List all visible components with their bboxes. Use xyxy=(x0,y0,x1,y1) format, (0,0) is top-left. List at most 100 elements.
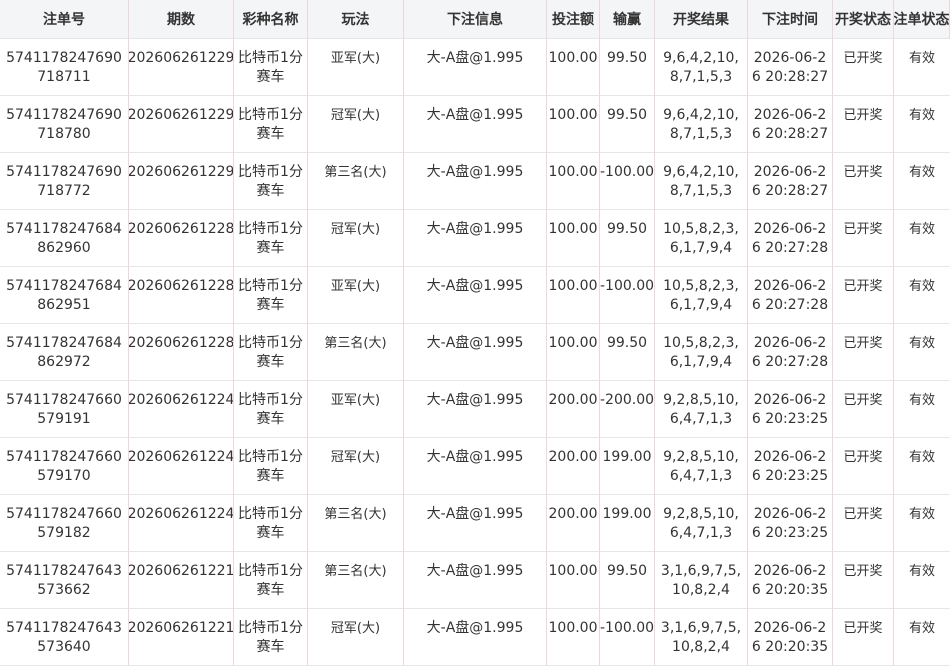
header-draw-result[interactable]: 开奖结果 xyxy=(655,0,748,39)
cell-game-name: 比特币1分赛车 xyxy=(234,39,308,96)
header-game-name[interactable]: 彩种名称 xyxy=(234,0,308,39)
cell-draw-status: 已开奖 xyxy=(833,438,894,495)
cell-order-status: 有效 xyxy=(894,153,950,210)
cell-play-type: 冠军(大) xyxy=(308,609,404,666)
header-bet-amount[interactable]: 投注额 xyxy=(547,0,600,39)
cell-issue: 202606261224 xyxy=(129,438,234,495)
cell-bet-amount: 100.00 xyxy=(547,267,600,324)
cell-play-type: 第三名(大) xyxy=(308,495,404,552)
cell-play-type: 第三名(大) xyxy=(308,552,404,609)
cell-bet-time: 2026-06-26 20:27:28 xyxy=(748,210,833,267)
cell-bet-info: 大-A盘@1.995 xyxy=(404,96,547,153)
cell-draw-result: 10,5,8,2,3,6,1,7,9,4 xyxy=(655,267,748,324)
cell-issue: 202606261229 xyxy=(129,153,234,210)
cell-bet-info: 大-A盘@1.995 xyxy=(404,324,547,381)
cell-bet-info: 大-A盘@1.995 xyxy=(404,39,547,96)
cell-draw-status: 已开奖 xyxy=(833,609,894,666)
cell-game-name: 比特币1分赛车 xyxy=(234,438,308,495)
cell-draw-result: 10,5,8,2,3,6,1,7,9,4 xyxy=(655,210,748,267)
cell-draw-status: 已开奖 xyxy=(833,153,894,210)
cell-bet-info: 大-A盘@1.995 xyxy=(404,267,547,324)
cell-order-status: 有效 xyxy=(894,267,950,324)
cell-bet-time: 2026-06-26 20:27:28 xyxy=(748,267,833,324)
cell-order-no: 5741178247690718780 xyxy=(0,96,129,153)
header-play-type[interactable]: 玩法 xyxy=(308,0,404,39)
cell-issue: 202606261221 xyxy=(129,552,234,609)
cell-game-name: 比特币1分赛车 xyxy=(234,210,308,267)
header-order-status[interactable]: 注单状态 xyxy=(894,0,950,39)
cell-bet-amount: 100.00 xyxy=(547,324,600,381)
cell-issue: 202606261229 xyxy=(129,96,234,153)
cell-bet-info: 大-A盘@1.995 xyxy=(404,552,547,609)
cell-draw-result: 9,6,4,2,10,8,7,1,5,3 xyxy=(655,39,748,96)
cell-bet-info: 大-A盘@1.995 xyxy=(404,438,547,495)
cell-profit: 99.50 xyxy=(600,552,655,609)
cell-profit: -100.00 xyxy=(600,609,655,666)
cell-bet-amount: 200.00 xyxy=(547,381,600,438)
cell-play-type: 亚军(大) xyxy=(308,381,404,438)
cell-profit: -100.00 xyxy=(600,153,655,210)
cell-draw-result: 3,1,6,9,7,5,10,8,2,4 xyxy=(655,609,748,666)
cell-profit: 99.50 xyxy=(600,96,655,153)
header-draw-status[interactable]: 开奖状态 xyxy=(833,0,894,39)
cell-bet-amount: 200.00 xyxy=(547,495,600,552)
header-order-no[interactable]: 注单号 xyxy=(0,0,129,39)
cell-profit: 99.50 xyxy=(600,324,655,381)
header-bet-time[interactable]: 下注时间 xyxy=(748,0,833,39)
cell-draw-status: 已开奖 xyxy=(833,552,894,609)
cell-order-no: 5741178247684862972 xyxy=(0,324,129,381)
cell-order-no: 5741178247684862951 xyxy=(0,267,129,324)
cell-draw-result: 9,2,8,5,10,6,4,7,1,3 xyxy=(655,495,748,552)
cell-issue: 202606261228 xyxy=(129,267,234,324)
cell-draw-status: 已开奖 xyxy=(833,381,894,438)
cell-game-name: 比特币1分赛车 xyxy=(234,153,308,210)
cell-game-name: 比特币1分赛车 xyxy=(234,609,308,666)
cell-bet-amount: 200.00 xyxy=(547,438,600,495)
cell-bet-amount: 100.00 xyxy=(547,552,600,609)
cell-play-type: 冠军(大) xyxy=(308,438,404,495)
cell-order-status: 有效 xyxy=(894,552,950,609)
cell-bet-time: 2026-06-26 20:20:35 xyxy=(748,552,833,609)
cell-issue: 202606261229 xyxy=(129,39,234,96)
cell-bet-time: 2026-06-26 20:27:28 xyxy=(748,324,833,381)
cell-order-no: 5741178247684862960 xyxy=(0,210,129,267)
bet-records-table: 注单号 期数 彩种名称 玩法 下注信息 投注额 输赢 开奖结果 下注时间 开奖状… xyxy=(0,0,950,666)
cell-play-type: 冠军(大) xyxy=(308,210,404,267)
cell-order-no: 5741178247660579170 xyxy=(0,438,129,495)
header-profit[interactable]: 输赢 xyxy=(600,0,655,39)
cell-play-type: 亚军(大) xyxy=(308,39,404,96)
cell-game-name: 比特币1分赛车 xyxy=(234,267,308,324)
cell-bet-time: 2026-06-26 20:23:25 xyxy=(748,495,833,552)
cell-draw-status: 已开奖 xyxy=(833,39,894,96)
cell-play-type: 冠军(大) xyxy=(308,96,404,153)
cell-play-type: 亚军(大) xyxy=(308,267,404,324)
cell-order-no: 5741178247643573662 xyxy=(0,552,129,609)
cell-bet-info: 大-A盘@1.995 xyxy=(404,495,547,552)
cell-bet-info: 大-A盘@1.995 xyxy=(404,381,547,438)
cell-bet-time: 2026-06-26 20:20:35 xyxy=(748,609,833,666)
header-bet-info[interactable]: 下注信息 xyxy=(404,0,547,39)
cell-bet-time: 2026-06-26 20:28:27 xyxy=(748,96,833,153)
header-issue[interactable]: 期数 xyxy=(129,0,234,39)
cell-bet-info: 大-A盘@1.995 xyxy=(404,210,547,267)
cell-profit: 99.50 xyxy=(600,39,655,96)
cell-order-status: 有效 xyxy=(894,324,950,381)
cell-bet-time: 2026-06-26 20:23:25 xyxy=(748,381,833,438)
cell-draw-result: 9,6,4,2,10,8,7,1,5,3 xyxy=(655,96,748,153)
cell-order-no: 5741178247690718711 xyxy=(0,39,129,96)
cell-draw-status: 已开奖 xyxy=(833,495,894,552)
cell-order-status: 有效 xyxy=(894,495,950,552)
cell-game-name: 比特币1分赛车 xyxy=(234,324,308,381)
cell-issue: 202606261224 xyxy=(129,381,234,438)
cell-bet-amount: 100.00 xyxy=(547,609,600,666)
cell-game-name: 比特币1分赛车 xyxy=(234,495,308,552)
cell-order-no: 5741178247660579182 xyxy=(0,495,129,552)
cell-bet-time: 2026-06-26 20:28:27 xyxy=(748,39,833,96)
cell-play-type: 第三名(大) xyxy=(308,324,404,381)
cell-play-type: 第三名(大) xyxy=(308,153,404,210)
cell-draw-result: 9,6,4,2,10,8,7,1,5,3 xyxy=(655,153,748,210)
cell-bet-amount: 100.00 xyxy=(547,39,600,96)
cell-draw-status: 已开奖 xyxy=(833,96,894,153)
cell-draw-status: 已开奖 xyxy=(833,267,894,324)
cell-game-name: 比特币1分赛车 xyxy=(234,381,308,438)
